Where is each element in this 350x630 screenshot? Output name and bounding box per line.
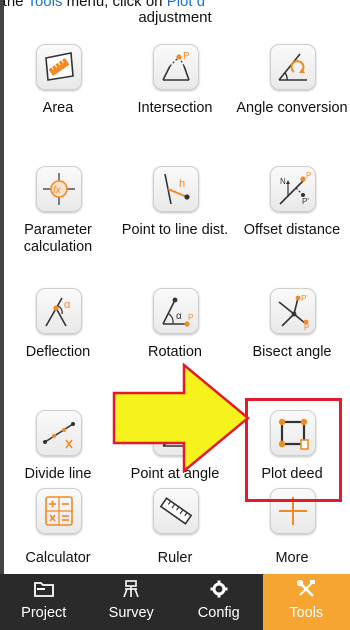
tool-offset-distance[interactable]: N P P' Offset distance	[234, 164, 350, 280]
tool-area[interactable]: Area	[0, 42, 116, 158]
caption-text: In the	[0, 0, 24, 10]
nav-project[interactable]: Project	[0, 574, 88, 630]
rotation-p-glyph: P	[188, 313, 193, 322]
offset-p-glyph: P	[306, 171, 311, 180]
tool-parameter-calculation[interactable]: fx Parameter calculation	[0, 164, 116, 280]
plot-deed-highlight-box	[245, 398, 342, 502]
nav-label: Survey	[108, 605, 154, 621]
survey-icon	[123, 580, 139, 598]
area-icon[interactable]	[36, 44, 82, 90]
nav-label: Tools	[289, 605, 324, 621]
nav-label: Project	[21, 605, 67, 621]
nav-tools[interactable]: Tools	[262, 574, 350, 630]
gear-icon	[210, 580, 228, 598]
tool-label: More	[275, 550, 309, 566]
tool-label: Angle conversion	[236, 100, 348, 116]
rotation-a-glyph: α	[176, 311, 182, 322]
offset-p2-glyph: P'	[302, 197, 309, 206]
tool-angle-conversion[interactable]: Angle conversion	[234, 42, 350, 158]
tool-label: Rotation	[147, 344, 202, 360]
point-to-line-glyph: h	[179, 178, 185, 190]
bisect-angle-icon[interactable]: P' P	[270, 288, 316, 334]
bisect-p-glyph: P'	[301, 294, 308, 303]
pointer-arrow-icon	[112, 363, 250, 473]
calculator-icon[interactable]	[36, 488, 82, 534]
tool-label: Area	[42, 100, 74, 116]
caption-line-2: adjustment	[138, 9, 212, 26]
offset-distance-icon[interactable]: N P P'	[270, 166, 316, 212]
intersection-icon[interactable]: P	[153, 44, 199, 90]
tools-icon	[297, 580, 316, 597]
angle-conversion-icon[interactable]	[270, 44, 316, 90]
tool-label: Parameter calculation	[23, 222, 93, 255]
point-to-line-icon[interactable]: h	[153, 166, 199, 212]
caption-link-tools: Tools	[27, 0, 63, 10]
deflection-glyph: α	[64, 299, 71, 311]
bottom-navigation-bar: Project Survey Config Tools	[0, 574, 350, 630]
folder-icon	[33, 582, 54, 597]
parameter-calculation-icon[interactable]: fx	[36, 166, 82, 212]
tool-label: Calculator	[25, 550, 91, 566]
tool-label: Divide line	[24, 466, 92, 482]
tool-label: Deflection	[25, 344, 91, 360]
rotation-icon[interactable]: α P	[153, 288, 199, 334]
tool-intersection[interactable]: P Intersection	[117, 42, 233, 158]
nav-survey[interactable]: Survey	[88, 574, 176, 630]
intersection-p-glyph: P	[183, 51, 190, 62]
tool-deflection[interactable]: α Deflection	[0, 286, 116, 402]
parameter-glyph: fx	[53, 185, 62, 196]
caption-line-1: In the Tools menu, click on Plot d	[0, 0, 205, 9]
ruler-icon[interactable]	[153, 488, 199, 534]
tool-label: Bisect angle	[252, 344, 332, 360]
bisect-p2-glyph: P	[304, 323, 309, 330]
offset-n-glyph: N	[280, 177, 286, 186]
tool-label: Point to line dist.	[121, 222, 229, 238]
instruction-caption: In the Tools menu, click on Plot d adjus…	[0, 0, 350, 30]
divide-line-icon[interactable]	[36, 410, 82, 456]
nav-config[interactable]: Config	[175, 574, 263, 630]
tool-label: Offset distance	[243, 222, 341, 238]
tool-label: Ruler	[157, 550, 193, 566]
nav-label: Config	[197, 605, 240, 621]
tool-point-to-line-dist[interactable]: h Point to line dist.	[117, 164, 233, 280]
tool-label: Intersection	[137, 100, 213, 116]
deflection-icon[interactable]: α	[36, 288, 82, 334]
